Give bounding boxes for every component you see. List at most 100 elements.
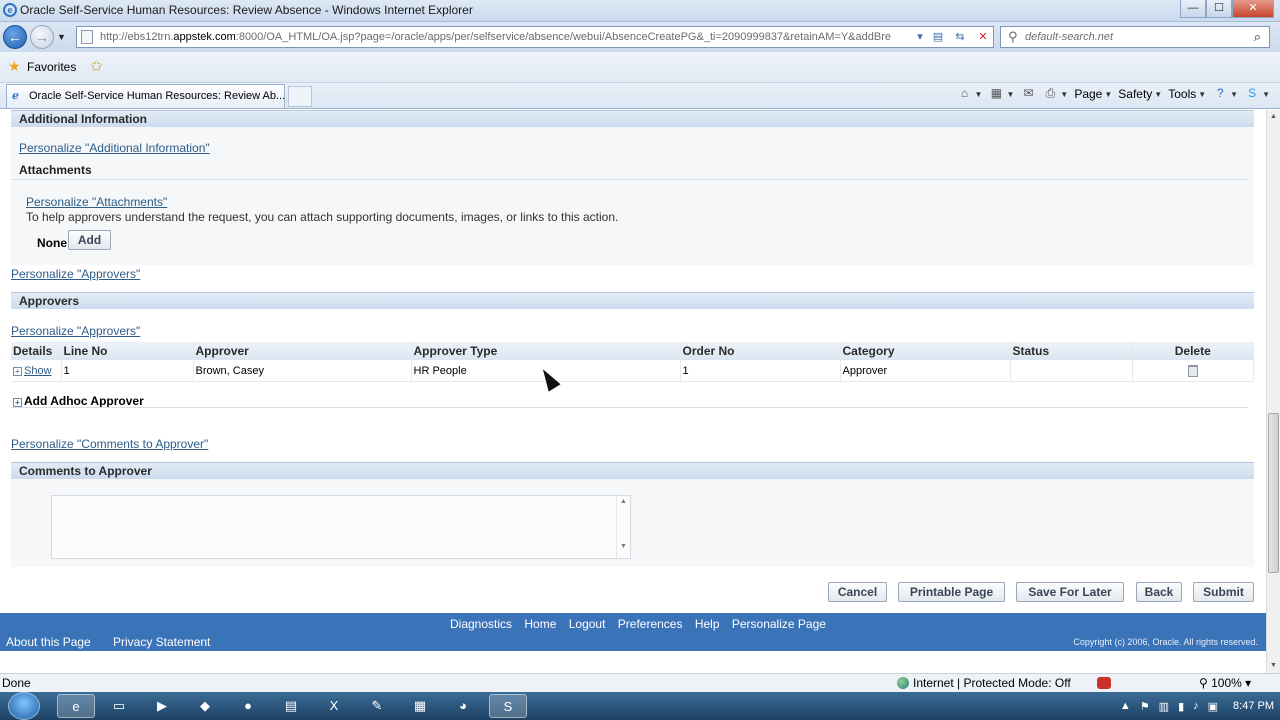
scroll-thumb[interactable] bbox=[1268, 413, 1279, 573]
cancel-button[interactable]: Cancel bbox=[828, 582, 887, 602]
minimize-button[interactable]: — bbox=[1180, 0, 1206, 18]
new-tab-button[interactable] bbox=[288, 86, 312, 107]
status-bar: Done Internet | Protected Mode: Off ⚲ 10… bbox=[0, 673, 1280, 692]
print-dropdown-icon[interactable]: ▼ bbox=[1060, 90, 1068, 99]
tab-bar: ℯ Oracle Self-Service Human Resources: R… bbox=[0, 83, 1280, 109]
personalize-comments-link[interactable]: Personalize "Comments to Approver" bbox=[11, 437, 208, 451]
col-category: Category bbox=[840, 342, 1011, 360]
home-dropdown-icon[interactable]: ▼ bbox=[975, 90, 983, 99]
taskbar-firefox-icon[interactable]: ● bbox=[229, 694, 267, 718]
stop-icon[interactable]: ✕ bbox=[975, 30, 991, 46]
tab-label: Oracle Self-Service Human Resources: Rev… bbox=[29, 90, 286, 102]
footer-link-diagnostics[interactable]: Diagnostics bbox=[450, 617, 512, 631]
skype-icon[interactable]: S bbox=[1244, 86, 1260, 102]
page-content: Additional Information Personalize "Addi… bbox=[0, 110, 1266, 673]
home-icon[interactable]: ⌂ bbox=[957, 86, 973, 102]
status-text: Done bbox=[2, 676, 31, 690]
tray-arrow-icon[interactable]: ▲ bbox=[1120, 700, 1131, 712]
refresh-icon[interactable]: ⇆ bbox=[952, 30, 968, 46]
privacy-statement-link[interactable]: Privacy Statement bbox=[113, 635, 210, 649]
taskbar-explorer-icon[interactable]: ▭ bbox=[100, 694, 138, 718]
attachments-title: Attachments bbox=[19, 163, 92, 177]
add-adhoc-approver[interactable]: + Add Adhoc Approver bbox=[13, 394, 144, 408]
address-bar[interactable]: http://ebs12trn.appstek.com:8000/OA_HTML… bbox=[76, 26, 994, 48]
textarea-scrollbar[interactable]: ▲ ▼ bbox=[616, 496, 630, 558]
expand-icon[interactable]: + bbox=[13, 366, 22, 376]
tools-menu[interactable]: Tools ▼ bbox=[1168, 87, 1206, 101]
comments-textarea[interactable]: ▲ ▼ bbox=[51, 495, 631, 559]
col-status: Status bbox=[1010, 342, 1133, 360]
search-box[interactable]: ⚲ default-search.net ⌕ bbox=[1000, 26, 1270, 48]
feeds-dropdown-icon[interactable]: ▼ bbox=[1006, 90, 1014, 99]
page-scrollbar[interactable]: ▲ ▼ bbox=[1266, 110, 1280, 673]
taskbar-media-player-icon[interactable]: ▶ bbox=[143, 694, 181, 718]
taskbar-skype-icon[interactable]: S bbox=[489, 694, 527, 718]
tray-app-icon[interactable]: ▣ bbox=[1208, 700, 1218, 713]
command-bar: ⌂ ▼ ▦ ▼ ✉ ⎙ ▼ Page ▼ Safety ▼ Tools ▼ ? ▼ S ▼ bbox=[957, 86, 1270, 102]
taskbar-app-icon[interactable]: ◆ bbox=[186, 694, 224, 718]
taskbar-ie-icon[interactable]: e bbox=[57, 694, 95, 718]
scroll-down-icon[interactable]: ▼ bbox=[1267, 659, 1280, 673]
printable-page-button[interactable]: Printable Page bbox=[898, 582, 1005, 602]
address-dropdown-icon[interactable]: ▾ bbox=[912, 30, 928, 46]
col-order-no: Order No bbox=[680, 342, 841, 360]
history-dropdown-icon[interactable]: ▼ bbox=[57, 32, 66, 42]
personalize-approvers-outer-link[interactable]: Personalize "Approvers" bbox=[11, 267, 140, 281]
zoom-level[interactable]: ⚲ 100% ▾ bbox=[1199, 676, 1251, 690]
taskbar-clock[interactable]: 8:47 PM bbox=[1233, 700, 1274, 712]
add-attachment-button[interactable]: Add bbox=[68, 230, 111, 250]
save-for-later-button[interactable]: Save For Later bbox=[1016, 582, 1124, 602]
tray-signal-icon[interactable]: ▮ bbox=[1178, 700, 1184, 713]
page-menu[interactable]: Page ▼ bbox=[1074, 87, 1112, 101]
help-dropdown-icon[interactable]: ▼ bbox=[1230, 90, 1238, 99]
print-icon[interactable]: ⎙ bbox=[1042, 86, 1058, 102]
favorites-button[interactable]: Favorites bbox=[27, 60, 76, 74]
details-cell: + Show bbox=[11, 360, 62, 382]
order-no-cell: 1 bbox=[680, 360, 841, 382]
about-page-link[interactable]: About this Page bbox=[6, 635, 91, 649]
tray-flag-icon[interactable]: ⚑ bbox=[1140, 700, 1150, 713]
submit-button[interactable]: Submit bbox=[1193, 582, 1254, 602]
search-provider-icon: ⚲ bbox=[1008, 29, 1018, 44]
footer-link-logout[interactable]: Logout bbox=[569, 617, 606, 631]
skype-dropdown-icon[interactable]: ▼ bbox=[1262, 90, 1270, 99]
personalize-approvers-inner-link[interactable]: Personalize "Approvers" bbox=[11, 324, 140, 338]
start-button[interactable] bbox=[8, 692, 40, 720]
security-zone[interactable]: Internet | Protected Mode: Off bbox=[897, 676, 1071, 690]
footer-link-home[interactable]: Home bbox=[524, 617, 556, 631]
scroll-up-icon[interactable]: ▲ bbox=[1267, 110, 1280, 124]
taskbar-notepad-icon[interactable]: ▤ bbox=[272, 694, 310, 718]
trash-icon[interactable] bbox=[1187, 365, 1198, 377]
show-details-link[interactable]: Show bbox=[24, 365, 52, 377]
taskbar-excel-icon[interactable]: X bbox=[315, 694, 353, 718]
forward-arrow-icon[interactable]: → bbox=[30, 25, 54, 49]
system-tray: ▲ ⚑ ▥ ▮ ♪ ▣ 8:47 PM bbox=[1120, 692, 1274, 720]
personalize-attachments-link[interactable]: Personalize "Attachments" bbox=[26, 195, 167, 209]
tray-network-icon[interactable]: ▥ bbox=[1159, 700, 1169, 713]
taskbar-paint-icon[interactable]: ◕ bbox=[444, 694, 482, 718]
maximize-button[interactable]: ☐ bbox=[1206, 0, 1232, 18]
add-adhoc-expand-icon[interactable]: + bbox=[13, 398, 22, 407]
back-button[interactable]: Back bbox=[1136, 582, 1182, 602]
favorites-star-icon[interactable]: ★ bbox=[8, 58, 21, 75]
footer-link-preferences[interactable]: Preferences bbox=[618, 617, 683, 631]
mail-icon[interactable]: ✉ bbox=[1020, 86, 1036, 102]
popup-blocker-icon[interactable] bbox=[1097, 677, 1111, 689]
add-favorite-icon[interactable]: ✩ bbox=[90, 57, 103, 75]
search-icon[interactable]: ⌕ bbox=[1254, 29, 1261, 45]
tab-review-absence[interactable]: ℯ Oracle Self-Service Human Resources: R… bbox=[6, 84, 285, 108]
back-arrow-icon[interactable]: ← bbox=[3, 25, 27, 49]
taskbar-folder-icon[interactable]: ▦ bbox=[401, 694, 439, 718]
compatibility-view-icon[interactable]: ▤ bbox=[930, 30, 946, 46]
feeds-icon[interactable]: ▦ bbox=[988, 86, 1004, 102]
footer-link-personalize-page[interactable]: Personalize Page bbox=[732, 617, 826, 631]
search-input[interactable]: default-search.net bbox=[1025, 31, 1113, 43]
close-window-button[interactable]: ✕ bbox=[1232, 0, 1274, 18]
taskbar-tool-icon[interactable]: ✎ bbox=[358, 694, 396, 718]
footer-link-help[interactable]: Help bbox=[695, 617, 720, 631]
help-icon[interactable]: ? bbox=[1212, 86, 1228, 102]
personalize-additional-info-link[interactable]: Personalize "Additional Information" bbox=[19, 141, 210, 155]
tray-volume-icon[interactable]: ♪ bbox=[1193, 700, 1199, 712]
safety-menu[interactable]: Safety ▼ bbox=[1118, 87, 1162, 101]
address-url[interactable]: http://ebs12trn.appstek.com:8000/OA_HTML… bbox=[100, 31, 912, 43]
